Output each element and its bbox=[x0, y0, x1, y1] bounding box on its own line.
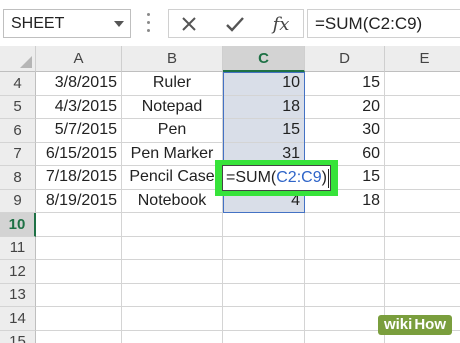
cell-b10[interactable] bbox=[122, 213, 223, 237]
cell-b6[interactable]: Pen bbox=[122, 119, 223, 143]
cell-d11[interactable] bbox=[305, 236, 385, 260]
cell-c10[interactable] bbox=[223, 213, 305, 237]
cell-b5[interactable]: Notepad bbox=[122, 95, 223, 119]
formula-suffix: ) bbox=[321, 169, 327, 186]
cell-e6[interactable] bbox=[385, 119, 460, 143]
cell-c15[interactable] bbox=[223, 330, 305, 343]
row-header-6[interactable]: 6 bbox=[0, 119, 36, 143]
row-header-15[interactable]: 15 bbox=[0, 330, 36, 343]
column-header-b[interactable]: B bbox=[122, 46, 223, 72]
cell-c12[interactable] bbox=[223, 260, 305, 284]
checkmark-icon[interactable] bbox=[220, 12, 250, 36]
cell-c4[interactable]: 10 bbox=[223, 72, 305, 96]
row-header-14[interactable]: 14 bbox=[0, 307, 36, 331]
cell-a11[interactable] bbox=[36, 236, 122, 260]
name-box[interactable]: SHEET bbox=[3, 9, 131, 38]
cell-d15[interactable] bbox=[305, 330, 385, 343]
cell-e4[interactable] bbox=[385, 72, 460, 96]
highlight-box: =SUM(C2:C9) bbox=[215, 160, 338, 196]
cell-a6[interactable]: 5/7/2015 bbox=[36, 119, 122, 143]
cell-d10[interactable] bbox=[305, 213, 385, 237]
cell-b13[interactable] bbox=[122, 283, 223, 307]
cell-b15[interactable] bbox=[122, 330, 223, 343]
logo-wiki: wiki bbox=[377, 315, 415, 335]
wikihow-logo: wiki How bbox=[377, 314, 452, 336]
cell-e10[interactable] bbox=[385, 213, 460, 237]
cell-e5[interactable] bbox=[385, 95, 460, 119]
cell-e11[interactable] bbox=[385, 236, 460, 260]
cell-a7[interactable]: 6/15/2015 bbox=[36, 142, 122, 166]
formula-buttons: fx bbox=[168, 9, 304, 38]
select-all-button[interactable] bbox=[0, 46, 36, 72]
cell-a4[interactable]: 3/8/2015 bbox=[36, 72, 122, 96]
cell-e7[interactable] bbox=[385, 142, 460, 166]
cell-a14[interactable] bbox=[36, 307, 122, 331]
column-header-d[interactable]: D bbox=[305, 46, 385, 72]
cell-e12[interactable] bbox=[385, 260, 460, 284]
cell-d5[interactable]: 20 bbox=[305, 95, 385, 119]
cell-d4[interactable]: 15 bbox=[305, 72, 385, 96]
cell-b9[interactable]: Notebook bbox=[122, 189, 223, 213]
row-header-5[interactable]: 5 bbox=[0, 95, 36, 119]
cell-a12[interactable] bbox=[36, 260, 122, 284]
cell-e9[interactable] bbox=[385, 189, 460, 213]
formula-input[interactable]: =SUM(C2:C9) bbox=[307, 9, 460, 38]
text-caret bbox=[327, 168, 329, 188]
cell-e13[interactable] bbox=[385, 283, 460, 307]
cell-a9[interactable]: 8/19/2015 bbox=[36, 189, 122, 213]
column-header-e[interactable]: E bbox=[385, 46, 460, 72]
cell-b11[interactable] bbox=[122, 236, 223, 260]
cell-e8[interactable] bbox=[385, 166, 460, 190]
drag-handle-icon[interactable] bbox=[146, 13, 151, 35]
row-header-11[interactable]: 11 bbox=[0, 236, 36, 260]
cell-d12[interactable] bbox=[305, 260, 385, 284]
row-header-8[interactable]: 8 bbox=[0, 166, 36, 190]
row-header-12[interactable]: 12 bbox=[0, 260, 36, 284]
row-header-4[interactable]: 4 bbox=[0, 72, 36, 96]
row-header-9[interactable]: 9 bbox=[0, 189, 36, 213]
cell-a8[interactable]: 7/18/2015 bbox=[36, 166, 122, 190]
row-header-13[interactable]: 13 bbox=[0, 283, 36, 307]
formula-prefix: =SUM( bbox=[226, 169, 277, 186]
name-box-value: SHEET bbox=[11, 15, 65, 32]
chevron-down-icon[interactable] bbox=[114, 21, 124, 27]
column-header-a[interactable]: A bbox=[36, 46, 122, 72]
cell-b7[interactable]: Pen Marker bbox=[122, 142, 223, 166]
insert-function-button[interactable]: fx bbox=[266, 12, 296, 36]
cell-b14[interactable] bbox=[122, 307, 223, 331]
formula-bar: SHEET fx =SUM(C2:C9) bbox=[0, 0, 460, 46]
cell-c13[interactable] bbox=[223, 283, 305, 307]
cell-b8[interactable]: Pencil Case bbox=[122, 166, 223, 190]
cell-a13[interactable] bbox=[36, 283, 122, 307]
cell-c5[interactable]: 18 bbox=[223, 95, 305, 119]
cell-c6[interactable]: 15 bbox=[223, 119, 305, 143]
logo-how: How bbox=[414, 315, 452, 335]
active-cell-editor[interactable]: =SUM(C2:C9) bbox=[222, 165, 331, 191]
cell-a15[interactable] bbox=[36, 330, 122, 343]
cell-d6[interactable]: 30 bbox=[305, 119, 385, 143]
cell-a10[interactable] bbox=[36, 213, 122, 237]
formula-text: =SUM(C2:C9) bbox=[315, 14, 423, 33]
row-header-10[interactable]: 10 bbox=[0, 213, 36, 237]
cell-b4[interactable]: Ruler bbox=[122, 72, 223, 96]
cell-a5[interactable]: 4/3/2015 bbox=[36, 95, 122, 119]
cell-b12[interactable] bbox=[122, 260, 223, 284]
column-header-c[interactable]: C bbox=[223, 46, 305, 72]
cell-c11[interactable] bbox=[223, 236, 305, 260]
cell-d13[interactable] bbox=[305, 283, 385, 307]
formula-reference: C2:C9 bbox=[276, 169, 322, 186]
row-header-7[interactable]: 7 bbox=[0, 142, 36, 166]
cell-c14[interactable] bbox=[223, 307, 305, 331]
cell-d14[interactable] bbox=[305, 307, 385, 331]
cancel-icon[interactable] bbox=[174, 12, 204, 36]
